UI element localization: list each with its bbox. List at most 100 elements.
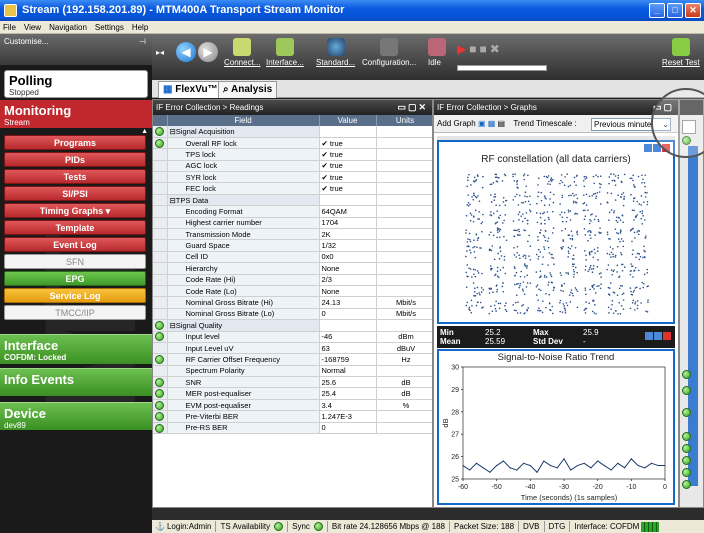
table-row[interactable]: Transmission Mode 2K: [153, 228, 432, 241]
nav-programs[interactable]: Programs: [4, 135, 146, 150]
nav-si-psi[interactable]: SI/PSI: [4, 186, 146, 201]
nav-sfn[interactable]: SFN: [4, 254, 146, 269]
reset-test-button[interactable]: Reset Test: [662, 38, 700, 67]
table-row[interactable]: ⊟Signal Acquisition: [153, 126, 432, 138]
constellation-point: [566, 304, 569, 307]
customise-bar[interactable]: Customise... ⊣: [0, 34, 152, 65]
menu-help[interactable]: Help: [132, 21, 148, 33]
menu-navigation[interactable]: Navigation: [49, 21, 87, 33]
std-value: -: [583, 337, 586, 346]
constellation-point: [645, 310, 647, 312]
nav-epg[interactable]: EPG: [4, 271, 146, 286]
table-row[interactable]: Pre-RS BER 0: [153, 422, 432, 435]
nav-service-log[interactable]: Service Log: [4, 288, 146, 303]
nav-pids[interactable]: PIDs: [4, 152, 146, 167]
polling-status[interactable]: Polling Stopped: [4, 70, 148, 98]
nav-event-log[interactable]: Event Log: [4, 237, 146, 252]
zoom-icon[interactable]: [645, 332, 653, 340]
device-section[interactable]: Device dev89: [0, 402, 152, 430]
customise-label[interactable]: Customise...: [4, 37, 48, 46]
zoom-icon[interactable]: [644, 144, 652, 152]
panel-controls[interactable]: ▭▢✕: [397, 100, 428, 115]
collapse-icon[interactable]: ▸◂: [156, 48, 164, 57]
table-row[interactable]: Code Rate (Lo) None: [153, 285, 432, 298]
status-dot: [682, 386, 691, 395]
stop-icon[interactable]: ■: [469, 42, 479, 56]
table-row[interactable]: Code Rate (Hi) 2/3: [153, 274, 432, 286]
close-graph-icon[interactable]: [663, 332, 671, 340]
pin-icon[interactable]: ⊣: [139, 37, 146, 46]
nav-tests[interactable]: Tests: [4, 169, 146, 184]
snr-data-point: [549, 464, 552, 467]
table-row[interactable]: MER post-equaliser 25.4 dB: [153, 387, 432, 400]
constellation-point: [545, 306, 547, 309]
monitoring-subtitle: Stream: [4, 118, 30, 127]
add-graph-icon[interactable]: ▣: [478, 119, 486, 128]
column-field[interactable]: Field: [167, 115, 320, 126]
export-icon[interactable]: [654, 332, 662, 340]
table-row[interactable]: SYR lock ✔ true: [153, 171, 432, 184]
table-row[interactable]: TPS lock ✔ true: [153, 148, 432, 161]
column-value[interactable]: Value: [319, 115, 377, 126]
constellation-point: [612, 173, 615, 176]
constellation-point: [547, 281, 550, 284]
table-row[interactable]: Nominal Gross Bitrate (Hi) 24.13 Mbit/s: [153, 296, 432, 309]
back-button[interactable]: ◀: [176, 42, 196, 64]
constellation-point: [477, 236, 480, 239]
cancel-icon[interactable]: ✖: [490, 42, 503, 56]
table-row[interactable]: SNR 25.6 dB: [153, 376, 432, 389]
maximize-button[interactable]: □: [667, 3, 683, 18]
column-units[interactable]: Units: [376, 115, 432, 126]
constellation-point: [595, 195, 598, 198]
forward-button[interactable]: ▶: [198, 42, 218, 64]
table-row[interactable]: Guard Space 1/32: [153, 239, 432, 252]
record-icon[interactable]: ■: [479, 42, 489, 56]
minimize-button[interactable]: _: [649, 3, 665, 18]
table-row[interactable]: Input level -46 dBm: [153, 331, 432, 343]
table-row[interactable]: Pre-Viterbi BER 1.247E-3: [153, 410, 432, 423]
constellation-point: [513, 235, 515, 238]
table-row[interactable]: Hierarchy None: [153, 262, 432, 275]
menu-view[interactable]: View: [24, 21, 41, 33]
menu-settings[interactable]: Settings: [95, 21, 124, 33]
table-row[interactable]: RF Carrier Offset Frequency -168759 Hz: [153, 353, 432, 366]
tab-analysis[interactable]: ⌕ Analysis: [218, 81, 278, 98]
table-row[interactable]: ⊟Signal Quality: [153, 319, 432, 332]
constellation-point: [617, 177, 620, 179]
snr-controls[interactable]: [645, 332, 671, 340]
interface-section[interactable]: Interface COFDM: Locked: [0, 334, 152, 364]
table-row[interactable]: Cell ID 0x0: [153, 251, 432, 264]
constellation-point: [493, 304, 496, 307]
table-row[interactable]: Overall RF lock ✔ true: [153, 137, 432, 150]
snr-trend-graph[interactable]: Signal-to-Noise Ratio Trend Time (second…: [437, 349, 675, 505]
table-row[interactable]: Nominal Gross Bitrate (Lo) 0 Mbit/s: [153, 308, 432, 321]
table-row[interactable]: ⊟TPS Data: [153, 194, 432, 207]
table-row[interactable]: FEC lock ✔ true: [153, 182, 432, 195]
table-row[interactable]: Encoding Format 64QAM: [153, 205, 432, 218]
monitoring-section[interactable]: Monitoring Stream: [0, 100, 152, 128]
grid-graph-icon[interactable]: ▦: [488, 119, 496, 128]
table-graph-icon[interactable]: ▤: [498, 119, 506, 128]
playback-controls[interactable]: ▶■■✖: [457, 42, 503, 56]
constellation-point: [502, 196, 505, 199]
interface-button[interactable]: Interface...: [266, 38, 304, 67]
connect-button[interactable]: Connect...: [224, 38, 260, 67]
constellation-graph[interactable]: RF constellation (all data carriers): [437, 140, 675, 324]
nav-timing-graphs[interactable]: Timing Graphs ▾: [4, 203, 146, 218]
standard-button[interactable]: Standard...: [316, 38, 355, 67]
configuration-button[interactable]: Configuration...: [362, 38, 416, 67]
table-row[interactable]: Spectrum Polarity Normal: [153, 365, 432, 378]
nav-template[interactable]: Template: [4, 220, 146, 235]
table-row[interactable]: Input Level uV 63 dBuV: [153, 342, 432, 355]
table-row[interactable]: EVM post-equaliser 3.4%: [153, 399, 432, 412]
table-row[interactable]: AGC lock ✔ true: [153, 160, 432, 173]
close-button[interactable]: ✕: [685, 3, 701, 18]
play-icon[interactable]: ▶: [457, 42, 469, 56]
constellation-point: [494, 273, 497, 276]
info-events-section[interactable]: Info Events: [0, 368, 152, 396]
nav-tmcc-iip[interactable]: TMCC/IIP: [4, 305, 146, 320]
tab-flexvu[interactable]: ▦ FlexVu™: [158, 81, 223, 98]
table-row[interactable]: Highest carrier number 1704: [153, 217, 432, 230]
menu-file[interactable]: File: [3, 21, 16, 33]
value-cell: ✔ true: [319, 171, 377, 184]
